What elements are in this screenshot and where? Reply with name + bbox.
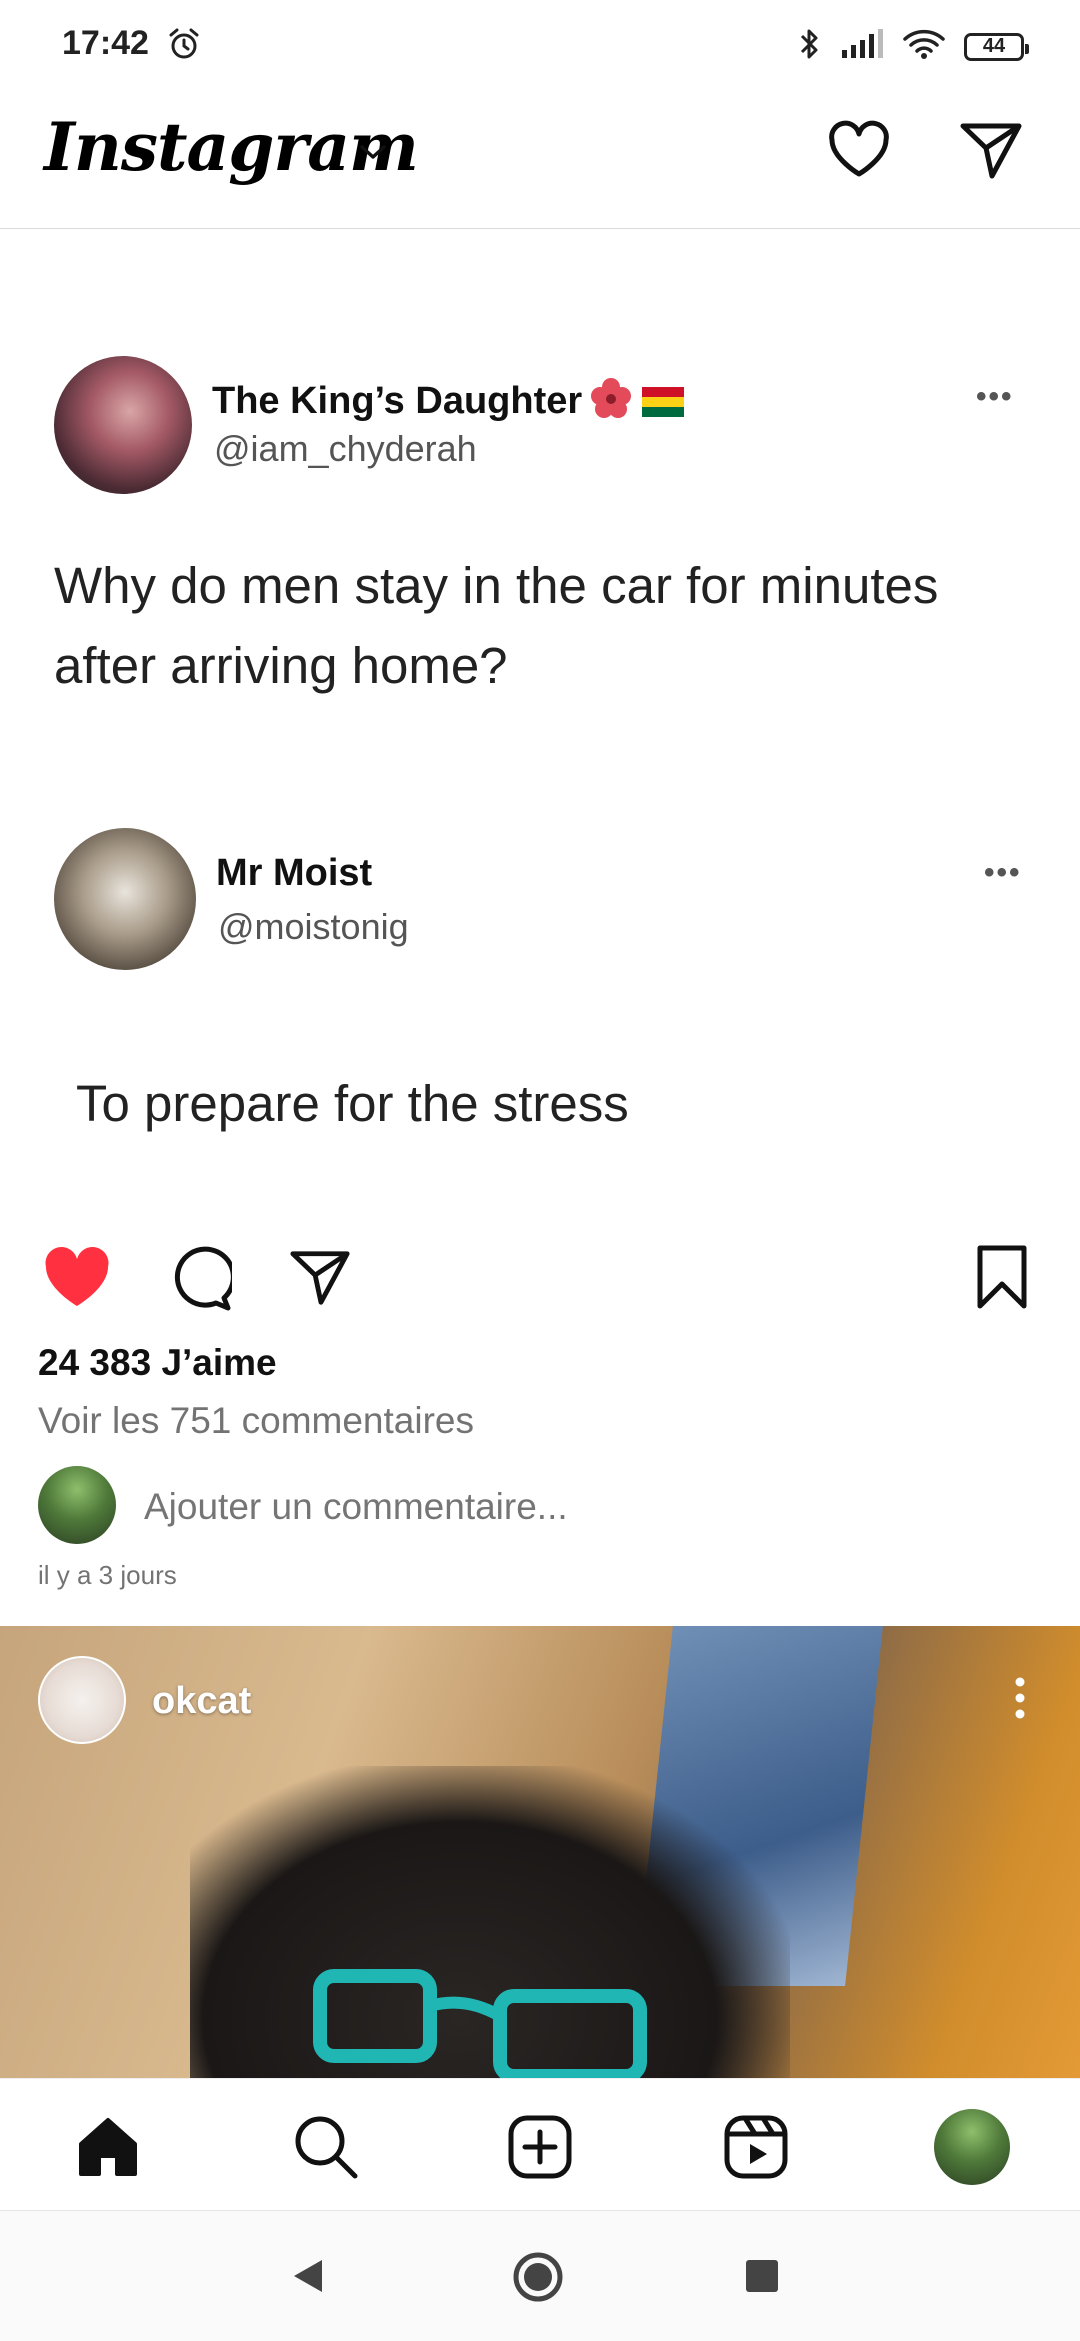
android-nav-bar: [0, 2210, 1080, 2341]
recents-icon[interactable]: [744, 2258, 780, 2299]
chevron-down-icon[interactable]: [358, 142, 388, 167]
tweet-header: The King’s Daughter: [212, 376, 685, 427]
current-user-avatar: [38, 1466, 116, 1544]
home-circle-icon[interactable]: [512, 2251, 564, 2308]
bookmark-icon[interactable]: [974, 1244, 1030, 1315]
view-comments-link[interactable]: Voir les 751 commentaires: [38, 1400, 474, 1442]
tweet-author-handle: @moistonig: [218, 906, 409, 947]
comment-icon[interactable]: [166, 1246, 236, 1317]
tweet-text: To prepare for the stress: [76, 1075, 629, 1132]
send-icon[interactable]: [958, 118, 1024, 189]
likes-count[interactable]: 24 383 J’aime: [38, 1342, 277, 1384]
bluetooth-icon: [798, 26, 822, 67]
bottom-nav: [0, 2078, 1080, 2211]
system-icons: 44: [798, 26, 1029, 67]
flower-emoji-icon: [588, 376, 634, 427]
battery-icon: 44: [964, 32, 1029, 61]
profile-avatar[interactable]: [934, 2109, 1010, 2185]
signal-icon: [840, 28, 884, 65]
heart-icon[interactable]: [826, 118, 892, 189]
tweet-author-handle: @iam_chyderah: [214, 428, 477, 469]
home-icon[interactable]: [70, 2109, 146, 2185]
post-username[interactable]: okcat: [152, 1680, 251, 1723]
more-icon[interactable]: •••: [984, 856, 1022, 890]
search-icon[interactable]: [288, 2109, 364, 2185]
tweet-author-name: The King’s Daughter: [212, 380, 583, 422]
send-icon[interactable]: [288, 1246, 352, 1315]
flag-icon: [642, 386, 685, 417]
post-timestamp: il y a 3 jours: [38, 1560, 177, 1590]
more-icon[interactable]: •••: [976, 380, 1014, 414]
status-bar: 17:42 44: [0, 0, 1080, 90]
status-time: 17:42: [62, 24, 149, 62]
okcat-avatar[interactable]: [38, 1656, 126, 1744]
reels-icon[interactable]: [718, 2109, 794, 2185]
comment-input[interactable]: [144, 1486, 844, 1528]
alarm-icon: [166, 26, 202, 67]
add-icon[interactable]: [502, 2109, 578, 2185]
back-icon[interactable]: [290, 2256, 326, 2301]
wifi-icon: [902, 27, 946, 66]
tweet-author-name: Mr Moist: [216, 852, 373, 894]
tweet-text: Why do men stay in the car for minutes a…: [54, 557, 939, 694]
next-post-media[interactable]: okcat: [0, 1626, 1080, 2078]
like-heart-icon[interactable]: [42, 1246, 112, 1315]
avatar[interactable]: [54, 828, 196, 970]
avatar[interactable]: [54, 356, 192, 494]
glasses-graphic: [313, 1969, 647, 2078]
app-header: Instagram: [0, 90, 1080, 229]
more-vertical-icon[interactable]: [1014, 1676, 1026, 1725]
